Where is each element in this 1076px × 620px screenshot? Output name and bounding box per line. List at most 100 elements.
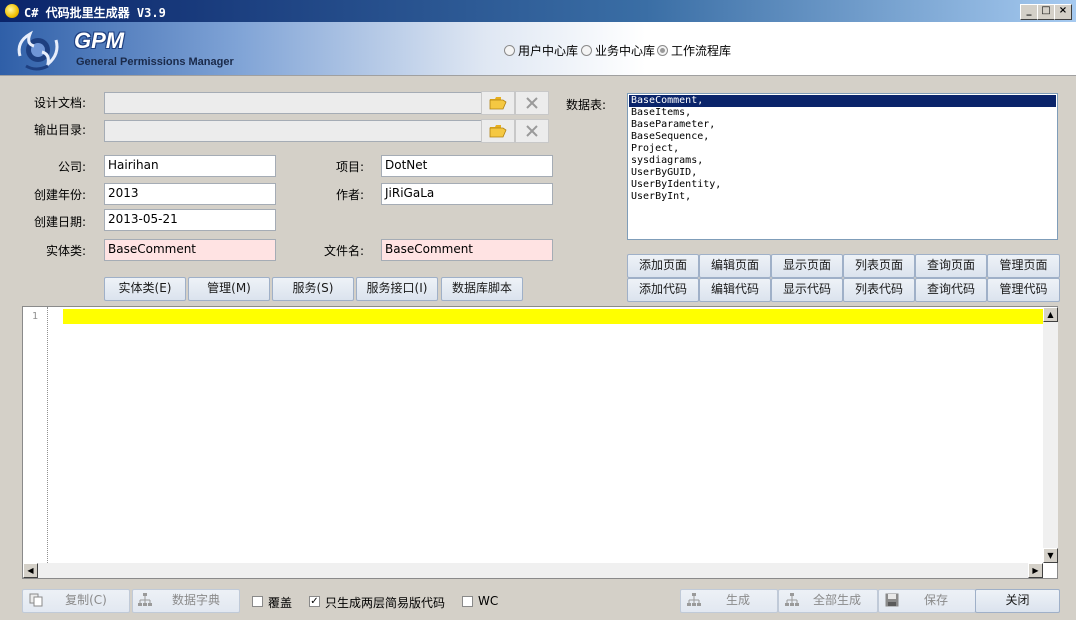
edit-code-button[interactable]: 编辑代码 xyxy=(699,278,771,302)
list-code-button[interactable]: 列表代码 xyxy=(843,278,915,302)
admin-page-button[interactable]: 管理页面 xyxy=(987,254,1060,278)
data-dictionary-button[interactable]: 数据字典 xyxy=(132,589,240,613)
project-field[interactable]: DotNet xyxy=(381,155,553,177)
entity-field[interactable]: BaseComment xyxy=(104,239,276,261)
radio-label: 业务中心库 xyxy=(595,44,656,58)
radio-label: 工作流程库 xyxy=(671,44,732,58)
company-label: 公司: xyxy=(57,160,86,174)
save-label: 保存 xyxy=(923,593,948,607)
logo-subtitle: General Permissions Manager xyxy=(76,56,234,68)
save-button[interactable]: 保存 xyxy=(878,589,976,613)
copy-label: 复制(C) xyxy=(65,593,107,607)
maximize-button[interactable]: □ xyxy=(1037,4,1055,20)
generate-label: 生成 xyxy=(725,593,750,607)
date-field[interactable]: 2013-05-21 xyxy=(104,209,276,231)
tree-icon xyxy=(687,593,701,606)
radio-workflow[interactable]: 工作流程库 xyxy=(657,42,731,59)
output-dir-label: 输出目录: xyxy=(33,123,86,137)
list-item[interactable]: UserByGUID, xyxy=(629,167,1056,179)
simple-code-label: 只生成两层简易版代码 xyxy=(325,596,446,610)
output-dir-field[interactable] xyxy=(104,120,485,142)
line-number-gutter: 1 xyxy=(23,307,47,563)
clear-design-doc-button[interactable] xyxy=(515,91,549,115)
horizontal-scrollbar[interactable]: ◀ ▶ xyxy=(23,563,1043,578)
view-page-button[interactable]: 显示页面 xyxy=(771,254,843,278)
minimize-button[interactable]: _ xyxy=(1020,4,1038,20)
clear-icon xyxy=(526,97,538,109)
app-icon xyxy=(5,4,19,18)
author-label: 作者: xyxy=(335,188,364,202)
year-field[interactable]: 2013 xyxy=(104,183,276,205)
browse-output-dir-button[interactable] xyxy=(481,119,515,143)
clear-icon xyxy=(526,125,538,137)
tree-icon xyxy=(785,593,799,606)
vertical-scrollbar[interactable]: ▲ ▼ xyxy=(1043,307,1058,563)
code-editor[interactable]: 1 ▲ ▼ ◀ ▶ xyxy=(22,306,1058,579)
table-list[interactable]: BaseComment, BaseItems, BaseParameter, B… xyxy=(627,93,1058,240)
add-code-button[interactable]: 添加代码 xyxy=(627,278,699,302)
entity-class-button[interactable]: 实体类(E) xyxy=(104,277,186,301)
list-page-button[interactable]: 列表页面 xyxy=(843,254,915,278)
entity-label: 实体类: xyxy=(45,244,86,258)
admin-code-button[interactable]: 管理代码 xyxy=(987,278,1060,302)
list-item[interactable]: UserByInt, xyxy=(629,191,1056,203)
wc-checkbox[interactable] xyxy=(462,596,473,607)
tables-label: 数据表: xyxy=(566,98,607,112)
gpm-logo-icon xyxy=(17,30,59,71)
add-page-button[interactable]: 添加页面 xyxy=(627,254,699,278)
list-item[interactable]: BaseItems, xyxy=(629,107,1056,119)
scroll-left-icon[interactable]: ◀ xyxy=(23,563,38,578)
close-window-button[interactable]: × xyxy=(1054,4,1072,20)
generate-button[interactable]: 生成 xyxy=(680,589,778,613)
radio-business-center[interactable]: 业务中心库 xyxy=(581,42,655,59)
filename-field[interactable]: BaseComment xyxy=(381,239,553,261)
radio-label: 用户中心库 xyxy=(518,44,579,58)
data-dictionary-label: 数据字典 xyxy=(171,593,220,607)
radio-icon[interactable] xyxy=(657,45,668,56)
filename-label: 文件名: xyxy=(323,244,364,258)
project-label: 项目: xyxy=(335,160,364,174)
scroll-up-icon[interactable]: ▲ xyxy=(1043,307,1058,322)
browse-design-doc-button[interactable] xyxy=(481,91,515,115)
title-bar: C# 代码批里生成器 V3.9 _ □ × xyxy=(0,0,1076,22)
save-icon xyxy=(885,593,899,607)
manager-button[interactable]: 管理(M) xyxy=(188,277,270,301)
radio-user-center[interactable]: 用户中心库 xyxy=(504,42,578,59)
tree-icon xyxy=(138,593,152,606)
copy-button[interactable]: 复制(C) xyxy=(22,589,130,613)
banner: GPM General Permissions Manager 用户中心库 业务… xyxy=(0,22,1076,76)
service-button[interactable]: 服务(S) xyxy=(272,277,354,301)
generate-all-button[interactable]: 全部生成 xyxy=(778,589,878,613)
list-item[interactable]: Project, xyxy=(629,143,1056,155)
query-page-button[interactable]: 查询页面 xyxy=(915,254,987,278)
list-item[interactable]: BaseSequence, xyxy=(629,131,1056,143)
gutter-separator xyxy=(47,307,48,563)
design-doc-field[interactable] xyxy=(104,92,485,114)
list-item[interactable]: BaseComment, xyxy=(629,95,1056,107)
date-label: 创建日期: xyxy=(33,215,86,229)
edit-page-button[interactable]: 编辑页面 xyxy=(699,254,771,278)
company-field[interactable]: Hairihan xyxy=(104,155,276,177)
scroll-right-icon[interactable]: ▶ xyxy=(1028,563,1043,578)
wc-label: WC xyxy=(478,594,499,608)
view-code-button[interactable]: 显示代码 xyxy=(771,278,843,302)
logo-title: GPM xyxy=(74,28,125,53)
folder-open-icon xyxy=(489,97,507,110)
copy-icon xyxy=(29,593,43,607)
db-script-button[interactable]: 数据库脚本 xyxy=(441,277,523,301)
design-doc-label: 设计文档: xyxy=(33,96,86,110)
query-code-button[interactable]: 查询代码 xyxy=(915,278,987,302)
list-item[interactable]: sysdiagrams, xyxy=(629,155,1056,167)
author-field[interactable]: JiRiGaLa xyxy=(381,183,553,205)
clear-output-dir-button[interactable] xyxy=(515,119,549,143)
service-interface-button[interactable]: 服务接口(I) xyxy=(356,277,438,301)
overwrite-label: 覆盖 xyxy=(268,596,293,610)
radio-icon[interactable] xyxy=(581,45,592,56)
close-button[interactable]: 关闭 xyxy=(975,589,1060,613)
radio-icon[interactable] xyxy=(504,45,515,56)
list-item[interactable]: UserByIdentity, xyxy=(629,179,1056,191)
list-item[interactable]: BaseParameter, xyxy=(629,119,1056,131)
scroll-down-icon[interactable]: ▼ xyxy=(1043,548,1058,563)
simple-code-checkbox[interactable]: ✓ xyxy=(309,596,320,607)
overwrite-checkbox[interactable] xyxy=(252,596,263,607)
